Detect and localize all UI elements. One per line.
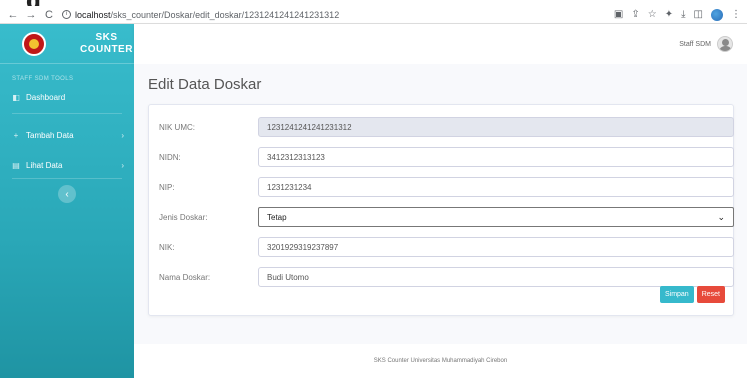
brand-line-2: COUNTER [80,43,133,55]
address-bar[interactable]: i localhost /sks_counter/Doskar/edit_dos… [62,10,339,20]
brand-line-1: SKS [95,31,118,43]
footer-text: SKS Counter Universitas Muhammadiyah Cir… [373,358,508,364]
main-content: Edit Data Doskar NIK UMC: 12312412412412… [134,64,747,378]
nidn-label: NIDN: [159,152,181,162]
nip-label: NIP: [159,182,175,192]
sidebar: SKS COUNTER STAFF SDM TOOLS ◧ Dashboard … [0,24,134,378]
translate-icon[interactable]: ▣ [614,9,623,20]
form-buttons: Simpan Reset [659,286,725,303]
site-info-icon[interactable]: i [62,10,71,19]
university-logo-icon [22,31,46,56]
nidn-field[interactable]: 3412312313123 [258,147,734,167]
profile-icon[interactable] [711,8,723,21]
chevron-right-icon: › [121,130,124,140]
sidebar-item-dashboard[interactable]: ◧ Dashboard [0,90,134,104]
jenis-doskar-select[interactable]: Tetap ⌄ [258,207,734,227]
jenis-doskar-selected: Tetap [267,212,287,222]
download-icon[interactable]: ⤓ [681,9,685,20]
sidepanel-icon[interactable]: ◫ [694,9,703,20]
form-row-nama-doskar: Nama Doskar: Budi Utomo [159,267,734,287]
sidebar-toggle-button[interactable]: ‹ [58,185,76,203]
back-icon[interactable]: ← [6,9,20,21]
menu-icon[interactable]: ⋮ [731,9,741,20]
brand-text: SKS COUNTER [80,32,133,56]
browser-actions: ▣ ⇪ ☆ ✦ ⤓ ◫ ⋮ [614,8,741,21]
dashboard-icon: ◧ [12,92,20,102]
sidebar-divider [12,178,122,179]
nik-label: NIK: [159,242,175,252]
jenis-doskar-label: Jenis Doskar: [159,212,208,222]
form-row-jenis-doskar: Jenis Doskar: Tetap ⌄ [159,207,734,227]
form-row-nidn: NIDN: 3412312313123 [159,147,734,167]
url-host: localhost [75,9,111,20]
sidebar-heading: STAFF SDM TOOLS [12,76,74,82]
star-icon[interactable]: ☆ [648,9,657,20]
nik-field[interactable]: 3201929319237897 [258,237,734,257]
url-path: /sks_counter/Doskar/edit_doskar/12312412… [110,9,340,20]
chevron-down-icon: ⌄ [717,211,725,222]
browser-toolbar: ← → C i localhost /sks_counter/Doskar/ed… [0,6,747,24]
footer: SKS Counter Universitas Muhammadiyah Cir… [134,344,747,378]
edit-form-card: NIK UMC: 1231241241241231312 NIDN: 34123… [148,104,734,316]
chevron-left-icon: ‹ [65,188,69,200]
nik-umc-label: NIK UMC: [159,122,195,132]
chevron-right-icon: › [121,160,124,170]
sidebar-item-lihat-data[interactable]: ▤ Lihat Data › [0,158,134,172]
form-row-nip: NIP: 1231231234 [159,177,734,197]
form-row-nik: NIK: 3201929319237897 [159,237,734,257]
reload-icon[interactable]: C [42,9,56,21]
brand[interactable]: SKS COUNTER [0,24,134,64]
sidebar-item-tambah-data[interactable]: + Tambah Data › [0,128,134,142]
nip-field[interactable]: 1231231234 [258,177,734,197]
plus-icon: + [13,130,19,140]
sidebar-divider [12,113,122,114]
user-name[interactable]: Staff SDM [679,41,711,48]
sidebar-item-label: Dashboard [26,92,66,102]
save-button[interactable]: Simpan [659,286,694,303]
reset-button[interactable]: Reset [696,286,725,303]
page-title: Edit Data Doskar [148,76,262,93]
topbar: Staff SDM [134,24,747,64]
nama-doskar-label: Nama Doskar: [159,272,211,282]
file-icon: ▤ [12,160,20,170]
nik-umc-field: 1231241241241231312 [258,117,734,137]
forward-icon[interactable]: → [24,9,38,21]
extensions-icon[interactable]: ✦ [665,9,673,20]
share-icon[interactable]: ⇪ [631,9,639,20]
sidebar-item-label: Lihat Data [26,160,63,170]
form-row-nik-umc: NIK UMC: 1231241241241231312 [159,117,734,137]
sidebar-item-label: Tambah Data [26,130,74,140]
nama-doskar-field[interactable]: Budi Utomo [258,267,734,287]
avatar[interactable] [717,36,733,52]
